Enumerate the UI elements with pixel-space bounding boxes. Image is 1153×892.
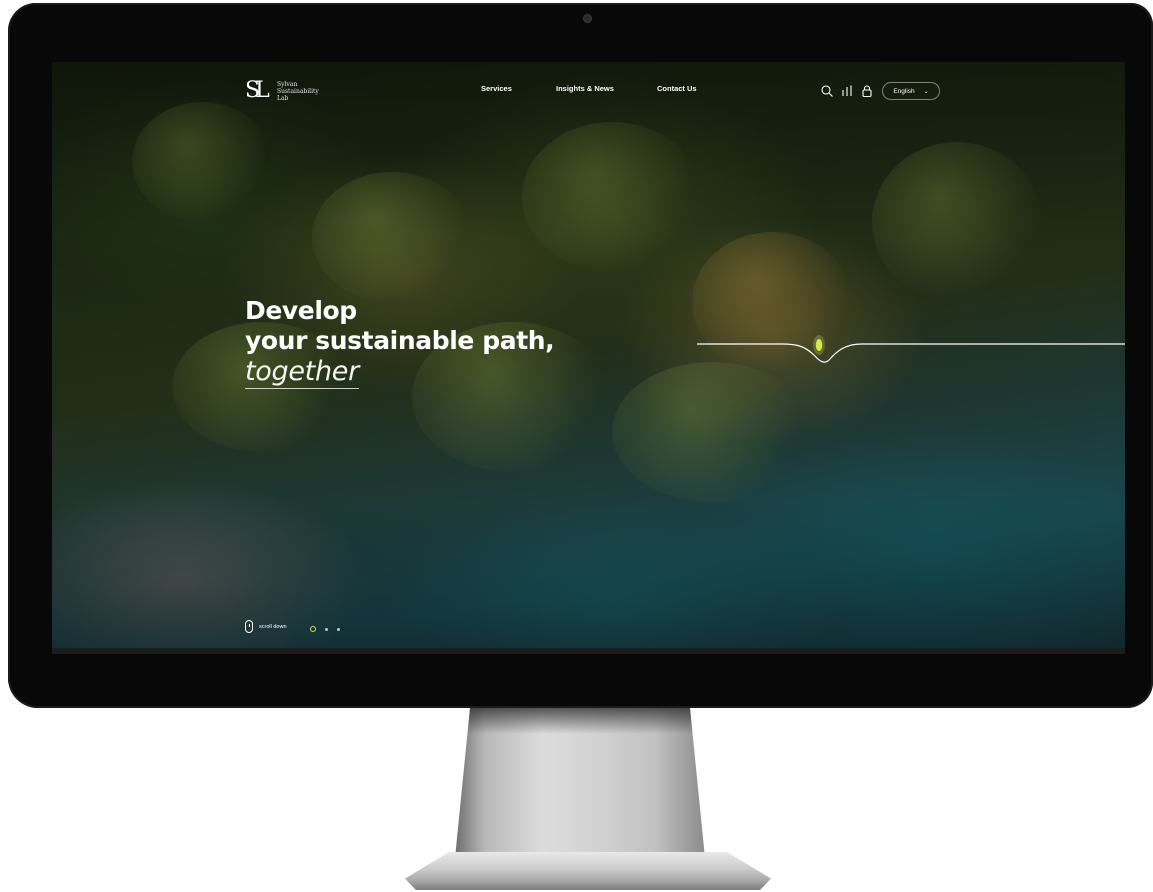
tree-canopy: [522, 122, 702, 272]
hero-line-2: your sustainable path,: [245, 326, 555, 355]
tree-canopy: [612, 362, 812, 502]
screen-bottom-edge: [52, 648, 1125, 654]
nav-link-insights-news[interactable]: Insights & News: [556, 84, 614, 93]
chevron-down-icon: ⌄: [923, 88, 929, 95]
search-icon[interactable]: [820, 84, 834, 98]
wave-line-graphic: [697, 335, 1125, 363]
slide-pagination: [310, 626, 340, 632]
logo-line: Sylvan: [277, 80, 298, 88]
mouse-icon: [245, 620, 253, 633]
scroll-down-label: scroll down: [259, 623, 287, 630]
tree-canopy: [132, 102, 272, 222]
nav-link-contact-us[interactable]: Contact Us: [657, 84, 697, 93]
lock-icon[interactable]: [860, 84, 874, 98]
stand-shadow: [467, 708, 693, 734]
nav-link-services[interactable]: Services: [481, 84, 512, 93]
bars-icon[interactable]: [840, 84, 854, 98]
slide-dot-active[interactable]: [310, 626, 316, 632]
top-navigation: SL Sylvan Sustainability Lab Services In…: [52, 62, 1125, 118]
language-selector[interactable]: English ⌄: [882, 82, 940, 100]
logo-line: Lab: [277, 94, 289, 102]
scroll-down-button[interactable]: scroll down: [245, 620, 287, 633]
logo-wordmark: Sylvan Sustainability Lab: [277, 81, 347, 102]
glow-halo: [813, 335, 825, 355]
tree-canopy: [872, 142, 1042, 302]
website-screen: SL Sylvan Sustainability Lab Services In…: [52, 62, 1125, 648]
tree-canopy: [312, 172, 472, 302]
hero-heading: Develop your sustainable path, together: [245, 296, 555, 389]
site-logo[interactable]: SL Sylvan Sustainability Lab: [245, 80, 347, 102]
hero-line-3: together: [245, 356, 359, 389]
language-label: English: [893, 87, 915, 95]
logo-line: Sustainability: [277, 87, 319, 95]
monitor-stand-foot: [405, 852, 771, 890]
nav-tools: English ⌄: [820, 81, 940, 101]
camera-icon: [584, 15, 591, 22]
hero-line-1: Develop: [245, 296, 357, 325]
slide-dot[interactable]: [325, 627, 328, 631]
logo-mark: SL: [245, 78, 270, 103]
slide-dot[interactable]: [337, 627, 340, 631]
